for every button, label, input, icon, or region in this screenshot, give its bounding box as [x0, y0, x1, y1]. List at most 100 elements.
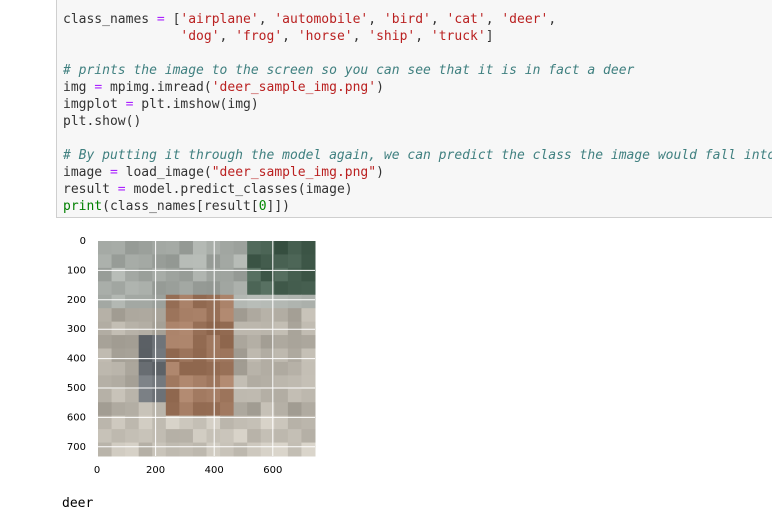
image-pixel: [206, 348, 221, 363]
image-pixel: [206, 402, 221, 417]
image-pixel: [233, 402, 248, 417]
image-pixel: [274, 335, 289, 349]
image-pixel: [233, 361, 248, 376]
image-pixel: [247, 361, 262, 376]
image-pixel: [98, 361, 113, 376]
image-pixel: [179, 254, 194, 269]
image-pixel: [247, 254, 262, 269]
y-tick-label: 0: [80, 236, 86, 247]
x-tick-label: 400: [205, 465, 224, 476]
image-pixel: [192, 375, 207, 390]
image-pixel: [247, 388, 262, 403]
image-pixel: [179, 375, 194, 390]
image-pixel: [125, 241, 140, 255]
code-line: print(class_names[result[0]]): [63, 199, 290, 214]
image-pixel: [287, 375, 302, 390]
image-pixel: [274, 442, 289, 457]
image-pixel: [301, 321, 316, 336]
image-pixel: [125, 375, 140, 390]
image-pixel: [179, 281, 194, 296]
image-pixel: [301, 361, 316, 376]
image-pixel: [220, 429, 235, 444]
image-pixel: [125, 281, 140, 296]
image-pixel: [220, 321, 235, 336]
image-pixel: [274, 321, 289, 336]
image-pixel: [192, 294, 207, 309]
image-pixel: [274, 308, 289, 323]
code-line: class_names = ['airplane', 'automobile',…: [63, 12, 557, 27]
image-pixel: [301, 281, 316, 296]
image-pixel: [152, 348, 167, 363]
y-tick-label: 600: [67, 412, 86, 423]
x-tick-label: 200: [146, 465, 165, 476]
image-pixel: [220, 442, 235, 457]
image-pixel: [138, 281, 153, 296]
image-pixel: [233, 442, 248, 457]
code-line: img = mpimg.imread('deer_sample_img.png'…: [63, 80, 384, 95]
image-pixel: [152, 281, 167, 296]
image-pixel: [220, 402, 235, 417]
imshow-figure: 0 100 200 300 400 500 600 700 0 200 400 600: [67, 236, 316, 476]
image-pixel: [98, 402, 113, 417]
image-pixel: [98, 294, 113, 309]
image-pixel: [98, 241, 113, 255]
image-pixel: [233, 388, 248, 403]
image-pixel: [233, 294, 248, 309]
image-pixel: [125, 294, 140, 309]
image-pixel: [179, 294, 194, 309]
image-pixel: [125, 361, 140, 376]
image-pixel: [247, 241, 262, 255]
image-pixel: [111, 281, 126, 296]
image-pixel: [301, 294, 316, 309]
image-pixel: [287, 294, 302, 309]
image-pixel: [301, 254, 316, 269]
image-pixel: [247, 348, 262, 363]
image-pixel: [287, 361, 302, 376]
image-pixel: [192, 429, 207, 444]
y-tick-label: 300: [67, 324, 86, 335]
image-pixel: [287, 402, 302, 417]
image-pixel: [220, 348, 235, 363]
image-pixel: [220, 281, 235, 296]
image-pixel: [125, 402, 140, 417]
image-pixel: [287, 241, 302, 255]
image-pixel: [233, 241, 248, 255]
image-pixel: [152, 321, 167, 336]
image-pixel: [165, 348, 180, 363]
image-pixel: [165, 308, 180, 323]
x-tick-label: 600: [263, 465, 282, 476]
image-pixel: [138, 294, 153, 309]
image-pixel: [179, 429, 194, 444]
image-pixel: [125, 388, 140, 403]
image-pixel: [192, 321, 207, 336]
image-pixel: [165, 442, 180, 457]
image-pixel: [274, 294, 289, 309]
image-pixel: [138, 335, 153, 349]
y-tick-label: 200: [67, 295, 86, 306]
image-pixel: [98, 442, 113, 457]
image-pixel: [111, 294, 126, 309]
y-tick-label: 500: [67, 383, 86, 394]
image-pixel: [192, 281, 207, 296]
code-line: imgplot = plt.imshow(img): [63, 97, 259, 112]
image-pixel: [125, 308, 140, 323]
image-pixel: [274, 429, 289, 444]
image-pixel: [192, 308, 207, 323]
image-pixel: [165, 241, 180, 255]
image-pixel: [220, 241, 235, 255]
code-line: plt.show(): [63, 114, 142, 129]
image-pixel: [206, 254, 221, 269]
image-pixel: [206, 294, 221, 309]
image-pixel: [206, 375, 221, 390]
image-pixel: [152, 388, 167, 403]
image-pixel: [192, 402, 207, 417]
code-cell[interactable]: class_names = ['airplane', 'automobile',…: [56, 0, 772, 218]
image-pixel: [179, 308, 194, 323]
image-pixel: [220, 308, 235, 323]
image-pixel: [152, 402, 167, 417]
image-pixel: [274, 348, 289, 363]
code-line: # By putting it through the model again,…: [63, 148, 772, 163]
image-pixel: [138, 308, 153, 323]
image-pixel: [220, 388, 235, 403]
image-plot: 0 100 200 300 400 500 600 700 0 200 400 600: [60, 225, 340, 485]
